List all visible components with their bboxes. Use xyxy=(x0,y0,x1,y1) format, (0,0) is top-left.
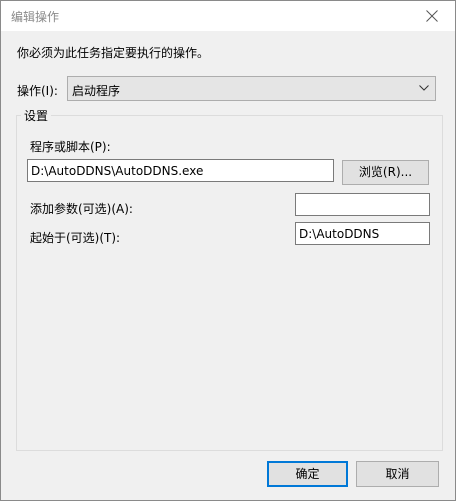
ok-button[interactable]: 确定 xyxy=(267,461,348,487)
dialog-content: 你必须为此任务指定要执行的操作。 操作(I): 启动程序 设置 程序或脚本(P)… xyxy=(1,31,455,500)
cancel-button[interactable]: 取消 xyxy=(356,461,439,487)
close-button[interactable] xyxy=(409,1,455,31)
close-icon xyxy=(426,10,438,22)
program-label: 程序或脚本(P): xyxy=(30,140,111,154)
settings-group-title: 设置 xyxy=(21,107,52,124)
program-input[interactable]: D:\AutoDDNS\AutoDDNS.exe xyxy=(27,159,334,182)
start-in-input[interactable]: D:\AutoDDNS xyxy=(295,222,430,245)
action-select[interactable]: 启动程序 xyxy=(67,76,436,101)
title-bar: 编辑操作 xyxy=(1,1,455,31)
instruction-text: 你必须为此任务指定要执行的操作。 xyxy=(17,46,210,60)
chevron-down-icon xyxy=(419,85,429,91)
browse-button[interactable]: 浏览(R)... xyxy=(342,160,429,185)
window-title: 编辑操作 xyxy=(11,10,60,24)
action-select-value: 启动程序 xyxy=(72,84,121,98)
edit-action-dialog: 编辑操作 你必须为此任务指定要执行的操作。 操作(I): 启动程序 设置 程序或… xyxy=(0,0,456,501)
arguments-input[interactable] xyxy=(295,193,430,216)
arguments-label: 添加参数(可选)(A): xyxy=(30,202,133,216)
action-label: 操作(I): xyxy=(17,84,58,98)
start-in-label: 起始于(可选)(T): xyxy=(30,231,121,245)
